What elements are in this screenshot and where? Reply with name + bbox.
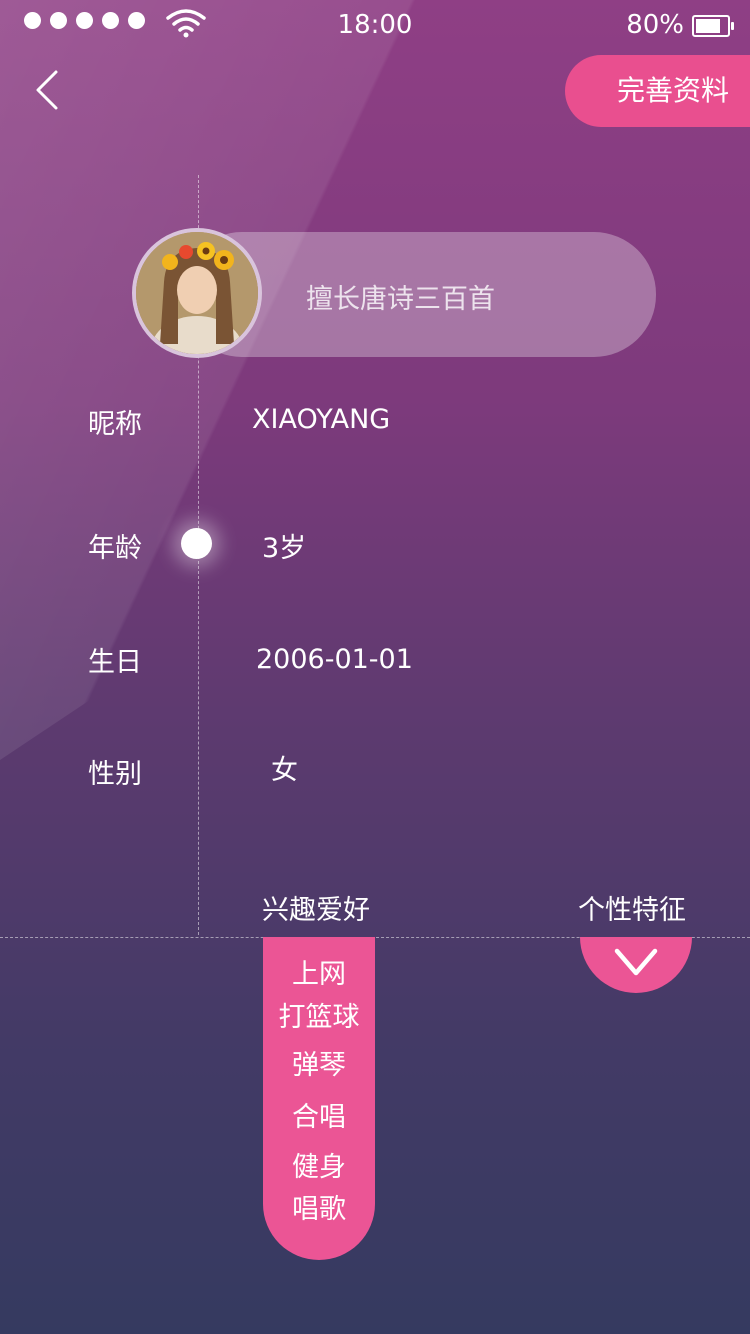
avatar-photo <box>136 232 258 354</box>
status-bar: 18:00 80% <box>0 0 750 52</box>
age-label: 年龄 <box>88 533 142 564</box>
gender-label: 性别 <box>88 759 142 790</box>
battery-percent: 80% <box>626 10 684 40</box>
age-value: 3岁 <box>262 533 307 564</box>
tab-hobbies[interactable]: 兴趣爱好 <box>262 888 370 927</box>
list-item: 唱歌 <box>292 1194 346 1225</box>
battery-icon <box>692 15 734 37</box>
list-item: 上网 <box>292 959 346 990</box>
list-item: 弹琴 <box>292 1050 346 1081</box>
birthday-value: 2006-01-01 <box>256 644 413 675</box>
chevron-down-icon <box>614 948 658 976</box>
bio-text: 擅长唐诗三百首 <box>306 284 495 315</box>
gender-value: 女 <box>271 755 298 786</box>
timeline-dot <box>181 528 212 559</box>
chevron-left-icon[interactable] <box>30 68 64 112</box>
tab-traits[interactable]: 个性特征 <box>578 888 686 927</box>
nickname-value: XIAOYANG <box>252 404 391 435</box>
complete-profile-button[interactable]: 完善资料 <box>565 55 750 127</box>
traits-expand-button[interactable] <box>580 937 692 993</box>
list-item: 合唱 <box>292 1102 346 1133</box>
birthday-label: 生日 <box>88 647 142 678</box>
list-item: 打篮球 <box>278 1002 360 1033</box>
list-item: 健身 <box>292 1152 346 1183</box>
avatar[interactable] <box>132 228 262 358</box>
hobbies-list: 上网 打篮球 弹琴 合唱 健身 唱歌 <box>263 937 375 1260</box>
nickname-label: 昵称 <box>88 409 142 440</box>
